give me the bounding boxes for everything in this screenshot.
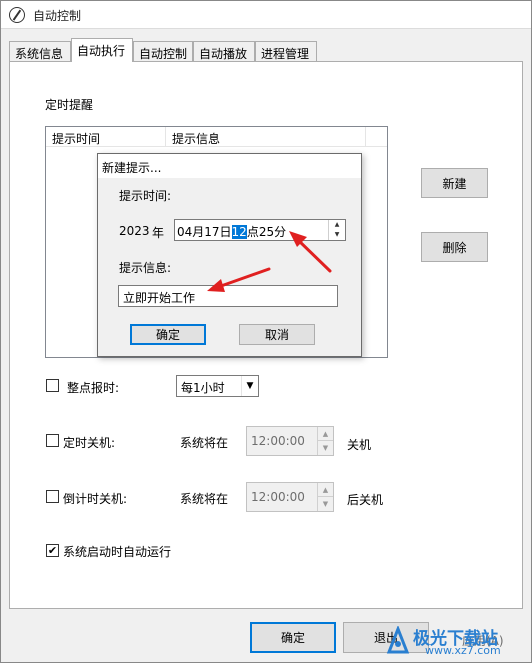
spin-down-icon[interactable]: ▼ xyxy=(329,230,345,240)
window-title: 自动控制 xyxy=(33,9,82,23)
countdown-shutdown-checkbox[interactable] xyxy=(46,490,59,503)
tab-auto-execute[interactable]: 自动执行 xyxy=(71,38,133,62)
scheduled-shutdown-label: 定时关机: xyxy=(63,436,116,450)
hourly-interval-value: 每1小时 xyxy=(181,381,225,395)
datetime-value: 04月17日12点25分 xyxy=(177,223,286,240)
countdown-shutdown-prefix: 系统将在 xyxy=(180,492,229,506)
time-spinner: ▲ ▼ xyxy=(317,483,333,511)
dialog-title-bar: 新建提示... xyxy=(98,154,361,178)
countdown-shutdown-suffix: 后关机 xyxy=(347,493,384,507)
selected-hour[interactable]: 12 xyxy=(231,225,247,239)
ok-button[interactable]: 确定 xyxy=(250,622,336,653)
list-header: 提示时间 提示信息 xyxy=(46,127,387,147)
date-suffix: 点25分 xyxy=(246,225,287,239)
time-spinner: ▲ ▼ xyxy=(317,427,333,455)
scheduled-shutdown-time: 12:00:00 xyxy=(251,434,305,448)
spin-up-icon[interactable]: ▲ xyxy=(329,220,345,230)
watermark-logo-icon xyxy=(386,626,410,654)
title-bar: 自动控制 xyxy=(1,1,531,29)
autorun-checkbox[interactable]: ✔ xyxy=(46,544,59,557)
column-header-time[interactable]: 提示时间 xyxy=(46,127,166,147)
spin-down-icon[interactable]: ▼ xyxy=(318,497,333,511)
countdown-shutdown-time: 12:00:00 xyxy=(251,490,305,504)
watermark: 极光下载站 www.xz7.com xyxy=(385,624,525,658)
countdown-shutdown-time-field[interactable]: 12:00:00 ▲ ▼ xyxy=(246,482,334,512)
scheduled-shutdown-time-field[interactable]: 12:00:00 ▲ ▼ xyxy=(246,426,334,456)
year-value: 2023 xyxy=(119,224,150,238)
chevron-down-icon[interactable]: ▼ xyxy=(241,376,258,396)
hourly-interval-select[interactable]: 每1小时 ▼ xyxy=(176,375,259,397)
scheduled-shutdown-checkbox[interactable] xyxy=(46,434,59,447)
tab-process-manager[interactable]: 进程管理 xyxy=(255,41,317,62)
delete-reminder-button[interactable]: 删除 xyxy=(421,232,488,262)
scheduled-shutdown-prefix: 系统将在 xyxy=(180,436,229,450)
date-prefix: 04月17日 xyxy=(177,225,232,239)
spin-up-icon[interactable]: ▲ xyxy=(318,483,333,497)
spin-up-icon[interactable]: ▲ xyxy=(318,427,333,441)
reminder-group-label: 定时提醒 xyxy=(45,98,94,112)
dialog-cancel-button[interactable]: 取消 xyxy=(239,324,315,345)
new-reminder-dialog: 新建提示... 提示时间: 2023 年 04月17日12点25分 ▲ ▼ 提示… xyxy=(97,153,362,357)
new-reminder-button[interactable]: 新建 xyxy=(421,168,488,198)
datetime-spinner: ▲ ▼ xyxy=(328,220,345,240)
app-clock-icon xyxy=(9,7,25,23)
scheduled-shutdown-suffix: 关机 xyxy=(347,438,372,452)
year-unit: 年 xyxy=(152,226,165,240)
main-window: 自动控制 系统信息 自动执行 自动控制 自动播放 进程管理 定时提醒 提示时间 … xyxy=(0,0,532,663)
watermark-url: www.xz7.com xyxy=(425,644,501,657)
hourly-chime-label: 整点报时: xyxy=(67,381,120,395)
dialog-title: 新建提示... xyxy=(102,161,162,175)
tab-system-info[interactable]: 系统信息 xyxy=(9,41,71,62)
reminder-time-label: 提示时间: xyxy=(119,189,172,203)
hourly-chime-checkbox[interactable] xyxy=(46,379,59,392)
column-header-info[interactable]: 提示信息 xyxy=(166,127,366,147)
tab-auto-play[interactable]: 自动播放 xyxy=(193,41,255,62)
tab-auto-control[interactable]: 自动控制 xyxy=(133,41,193,62)
datetime-picker[interactable]: 04月17日12点25分 ▲ ▼ xyxy=(174,219,346,241)
autorun-label: 系统启动时自动运行 xyxy=(63,545,172,559)
spin-down-icon[interactable]: ▼ xyxy=(318,441,333,455)
reminder-info-value: 立即开始工作 xyxy=(123,291,196,305)
reminder-info-label: 提示信息: xyxy=(119,261,172,275)
reminder-info-input[interactable]: 立即开始工作 xyxy=(118,285,338,307)
countdown-shutdown-label: 倒计时关机: xyxy=(63,492,128,506)
dialog-body: 提示时间: 2023 年 04月17日12点25分 ▲ ▼ 提示信息: 立即开始… xyxy=(98,178,361,356)
dialog-ok-button[interactable]: 确定 xyxy=(130,324,206,345)
